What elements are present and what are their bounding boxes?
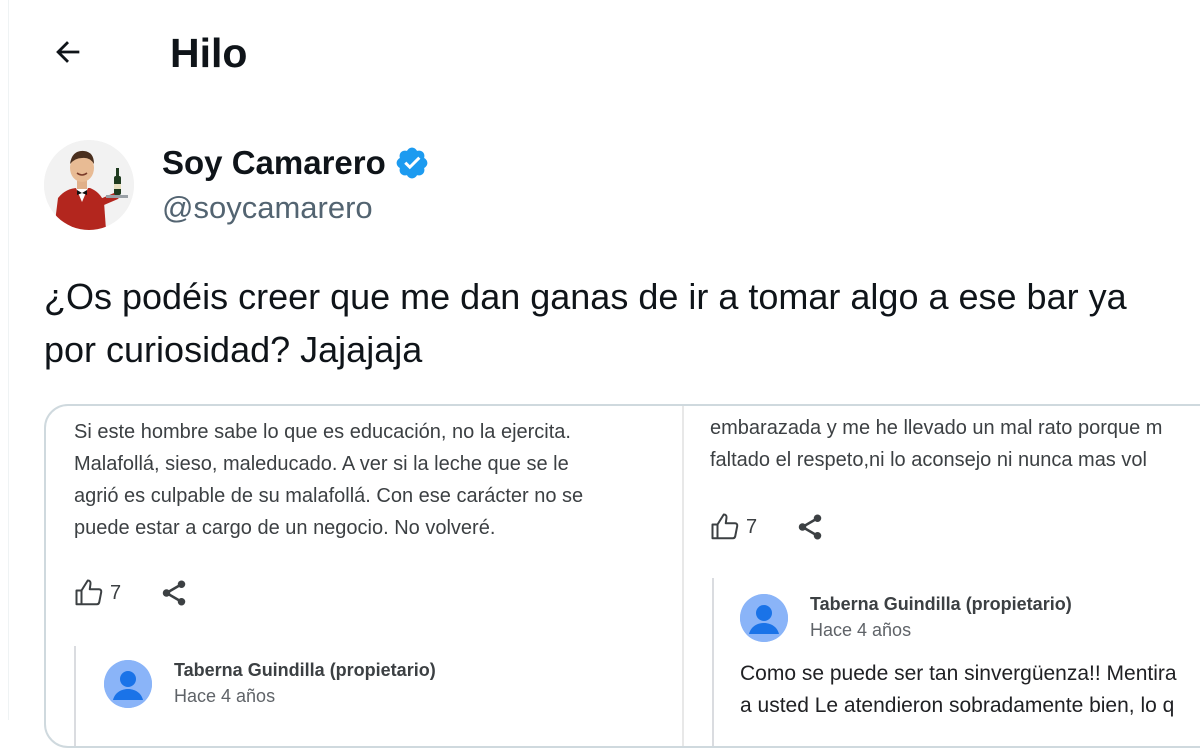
author-name-text: Soy Camarero <box>162 144 386 181</box>
thumbs-up-icon <box>711 513 739 540</box>
verified-badge-icon <box>396 147 428 179</box>
owner-avatar <box>740 594 788 642</box>
review-actions: 7 <box>710 512 825 542</box>
review-text: Si este hombre sabe lo que es educación,… <box>74 416 674 544</box>
image-divider <box>682 406 684 746</box>
thumbs-up-icon <box>75 579 103 606</box>
tweet-text-line: por curiosidad? Jajajaja <box>44 329 423 370</box>
review-line: agrió es culpable de su malafollá. Con e… <box>74 485 584 507</box>
review-text: embarazada y me he llevado un mal rato p… <box>710 412 1200 476</box>
owner-reply: Taberna Guindilla (propietario) Hace 4 a… <box>712 578 1200 746</box>
tweet-text: ¿Os podéis creer que me dan ganas de ir … <box>44 270 1200 376</box>
share-icon <box>798 514 822 540</box>
review-line: Si este hombre sabe lo que es educación,… <box>74 421 571 443</box>
owner-name: Taberna Guindilla (propietario) <box>810 594 1072 614</box>
owner-reply-time: Hace 4 años <box>810 620 912 640</box>
review-line: embarazada y me he llevado un mal rato p… <box>710 417 1163 439</box>
author-handle[interactable]: @soycamarero <box>162 188 373 228</box>
arrow-left-icon <box>56 41 80 63</box>
owner-reply-time: Hace 4 años <box>174 686 276 706</box>
like-count: 7 <box>110 581 122 604</box>
tweet-media-card[interactable]: Si este hombre sabe lo que es educación,… <box>44 404 1200 748</box>
owner-reply-line: a usted Le atendieron sobradamente bien,… <box>740 694 1175 717</box>
owner-name: Taberna Guindilla (propietario) <box>174 660 436 680</box>
author-avatar[interactable] <box>44 140 134 230</box>
like-count: 7 <box>746 515 758 538</box>
owner-reply-line: Como se puede ser tan sinvergüenza!! Men… <box>740 662 1177 685</box>
like-button: 7 <box>74 578 121 608</box>
person-icon <box>740 594 788 642</box>
owner-reply: Taberna Guindilla (propietario) Hace 4 a… <box>74 646 636 746</box>
review-line: Malafollá, sieso, maleducado. A ver si l… <box>74 453 569 475</box>
page-title: Hilo <box>170 30 248 76</box>
column-border <box>8 0 9 720</box>
tweet-text-line: ¿Os podéis creer que me dan ganas de ir … <box>44 276 1127 317</box>
author-name[interactable]: Soy Camarero <box>162 142 430 184</box>
share-icon <box>162 580 186 606</box>
person-icon <box>104 660 152 708</box>
waiter-illustration <box>44 140 134 230</box>
back-button[interactable] <box>46 30 90 74</box>
review-line: puede estar a cargo de un negocio. No vo… <box>74 517 496 539</box>
like-button: 7 <box>710 512 757 542</box>
owner-avatar <box>104 660 152 708</box>
review-actions: 7 <box>74 578 189 608</box>
review-line: faltado el respeto,ni lo aconsejo ni nun… <box>710 449 1147 471</box>
